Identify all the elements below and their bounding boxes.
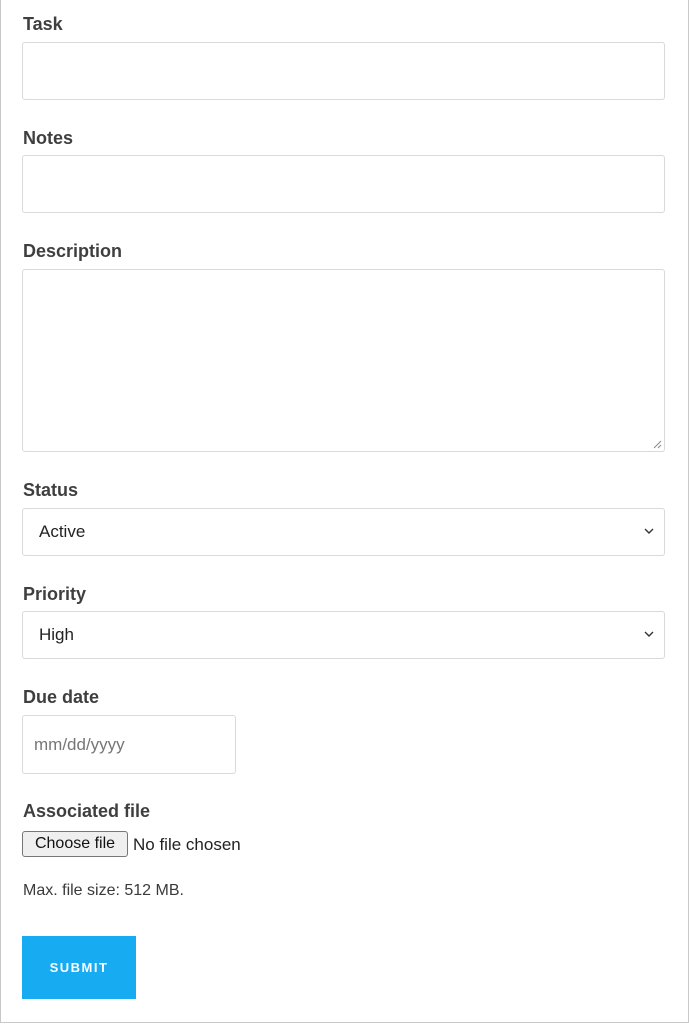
- due-date-input[interactable]: mm/dd/yyyy: [22, 715, 236, 774]
- priority-select[interactable]: High: [22, 611, 665, 659]
- notes-input[interactable]: [22, 155, 665, 213]
- due-date-label: Due date: [23, 687, 100, 707]
- priority-label: Priority: [23, 584, 87, 604]
- description-textarea[interactable]: [22, 269, 665, 452]
- max-file-size-note: Max. file size: 512 MB.: [23, 882, 184, 899]
- choose-file-button[interactable]: Choose file: [22, 831, 128, 857]
- task-label: Task: [23, 14, 63, 34]
- due-date-placeholder: mm/dd/yyyy: [34, 735, 125, 754]
- description-label: Description: [23, 241, 123, 261]
- priority-selected-value: High: [39, 625, 74, 644]
- associated-file-label: Associated file: [23, 801, 151, 821]
- status-selected-value: Active: [39, 522, 86, 541]
- submit-button[interactable]: SUBMIT: [22, 936, 136, 999]
- notes-label: Notes: [23, 128, 74, 148]
- chevron-down-icon: [644, 528, 654, 534]
- status-label: Status: [23, 480, 79, 500]
- status-select[interactable]: Active: [22, 508, 665, 556]
- file-status-text: No file chosen: [133, 835, 241, 854]
- chevron-down-icon: [644, 631, 654, 637]
- resize-handle-icon[interactable]: [652, 439, 662, 449]
- task-input[interactable]: [22, 42, 665, 100]
